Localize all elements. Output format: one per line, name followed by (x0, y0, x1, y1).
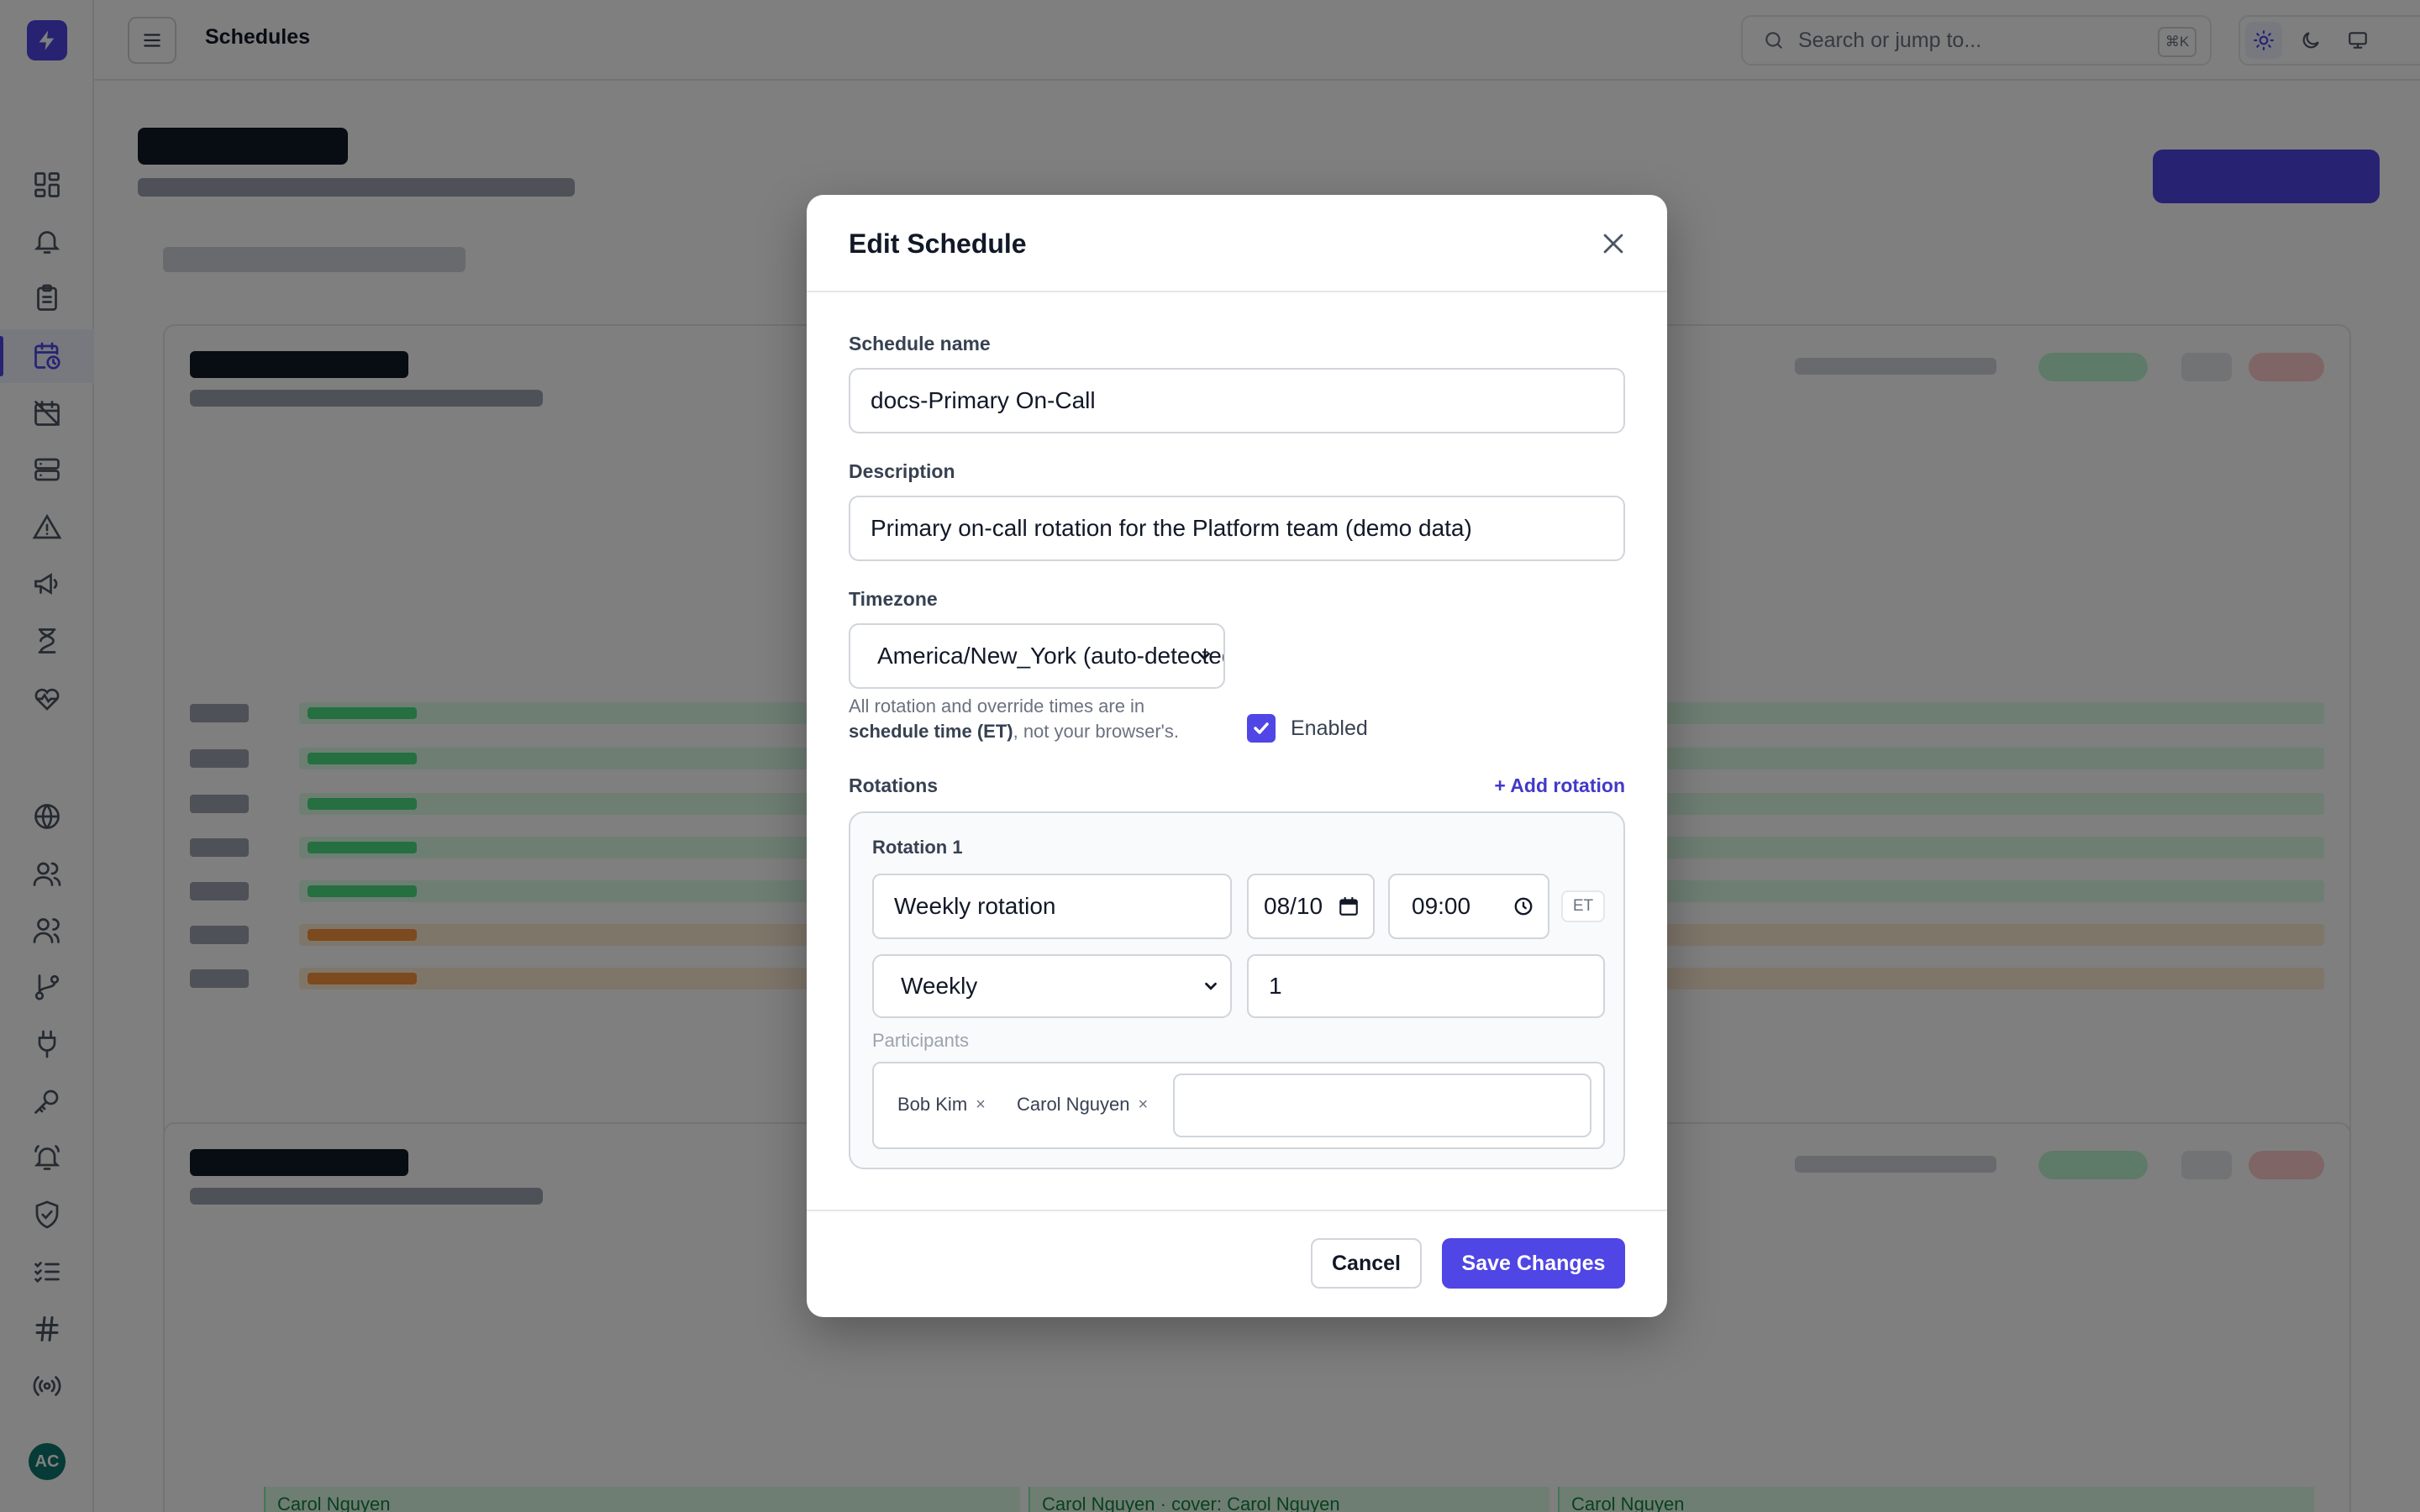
enabled-label: Enabled (1291, 716, 1368, 740)
hint-bold-text: schedule time (ET) (849, 721, 1013, 742)
rotation-start-time-input[interactable]: 09:00 (1388, 874, 1549, 939)
rotation-name-input[interactable]: Weekly rotation (872, 874, 1232, 939)
timezone-value: America/New_York (auto-detected) (877, 643, 1225, 669)
timezone-select[interactable]: America/New_York (auto-detected) (849, 623, 1225, 689)
start-time-value: 09:00 (1412, 893, 1471, 919)
close-icon (1603, 234, 1623, 254)
description-input[interactable]: Primary on-call rotation for the Platfor… (849, 496, 1625, 561)
hint-text: All rotation and override times are in (849, 696, 1145, 717)
rotation-card: Rotation 1 Weekly rotation 08/10 09:00 E… (849, 811, 1625, 1169)
chevron-down-icon (1198, 652, 1210, 660)
schedule-name-label: Schedule name (849, 333, 991, 354)
cancel-button[interactable]: Cancel (1311, 1238, 1422, 1289)
participant-name: Carol Nguyen (1017, 1094, 1130, 1115)
enabled-toggle[interactable]: Enabled (1247, 714, 1368, 743)
participant-name: Bob Kim (897, 1094, 968, 1115)
schedule-name-input[interactable]: docs-Primary On-Call (849, 368, 1625, 433)
participant-search-input[interactable] (1173, 1074, 1591, 1137)
timezone-label: Timezone (849, 588, 938, 610)
save-changes-button[interactable]: Save Changes (1442, 1238, 1625, 1289)
hint-text-suffix: , not your browser's. (1013, 721, 1179, 742)
close-button[interactable] (1597, 227, 1630, 260)
add-rotation-button[interactable]: + Add rotation (1494, 774, 1625, 797)
rotation-frequency-select[interactable]: Weekly (872, 954, 1232, 1018)
enabled-checkbox[interactable] (1247, 714, 1276, 743)
edit-schedule-modal: Edit Schedule Schedule name docs-Primary… (807, 195, 1667, 1317)
modal-footer: Cancel Save Changes (807, 1210, 1667, 1317)
clock-icon (1514, 897, 1533, 916)
participants-label: Participants (872, 1030, 969, 1051)
modal-title: Edit Schedule (849, 228, 1027, 259)
frequency-value: Weekly (901, 973, 978, 999)
rotation-title: Rotation 1 (872, 837, 963, 858)
timezone-hint: All rotation and override times are in s… (849, 694, 1218, 744)
remove-participant-icon[interactable]: × (1139, 1095, 1149, 1115)
participant-chip: Bob Kim × (897, 1094, 986, 1116)
start-date-value: 08/10 (1264, 893, 1323, 919)
participants-field[interactable]: Bob Kim × Carol Nguyen × (872, 1062, 1605, 1149)
participant-chip: Carol Nguyen × (1017, 1094, 1148, 1116)
modal-header: Edit Schedule (807, 195, 1667, 292)
rotation-interval-input[interactable]: 1 (1247, 954, 1605, 1018)
remove-participant-icon[interactable]: × (976, 1095, 986, 1115)
checkmark-icon (1254, 722, 1269, 734)
chevron-down-icon (1205, 982, 1217, 990)
timezone-badge: ET (1561, 890, 1605, 922)
rotation-start-date-input[interactable]: 08/10 (1247, 874, 1375, 939)
rotations-label: Rotations (849, 774, 939, 796)
description-label: Description (849, 460, 955, 482)
calendar-icon (1339, 897, 1358, 916)
